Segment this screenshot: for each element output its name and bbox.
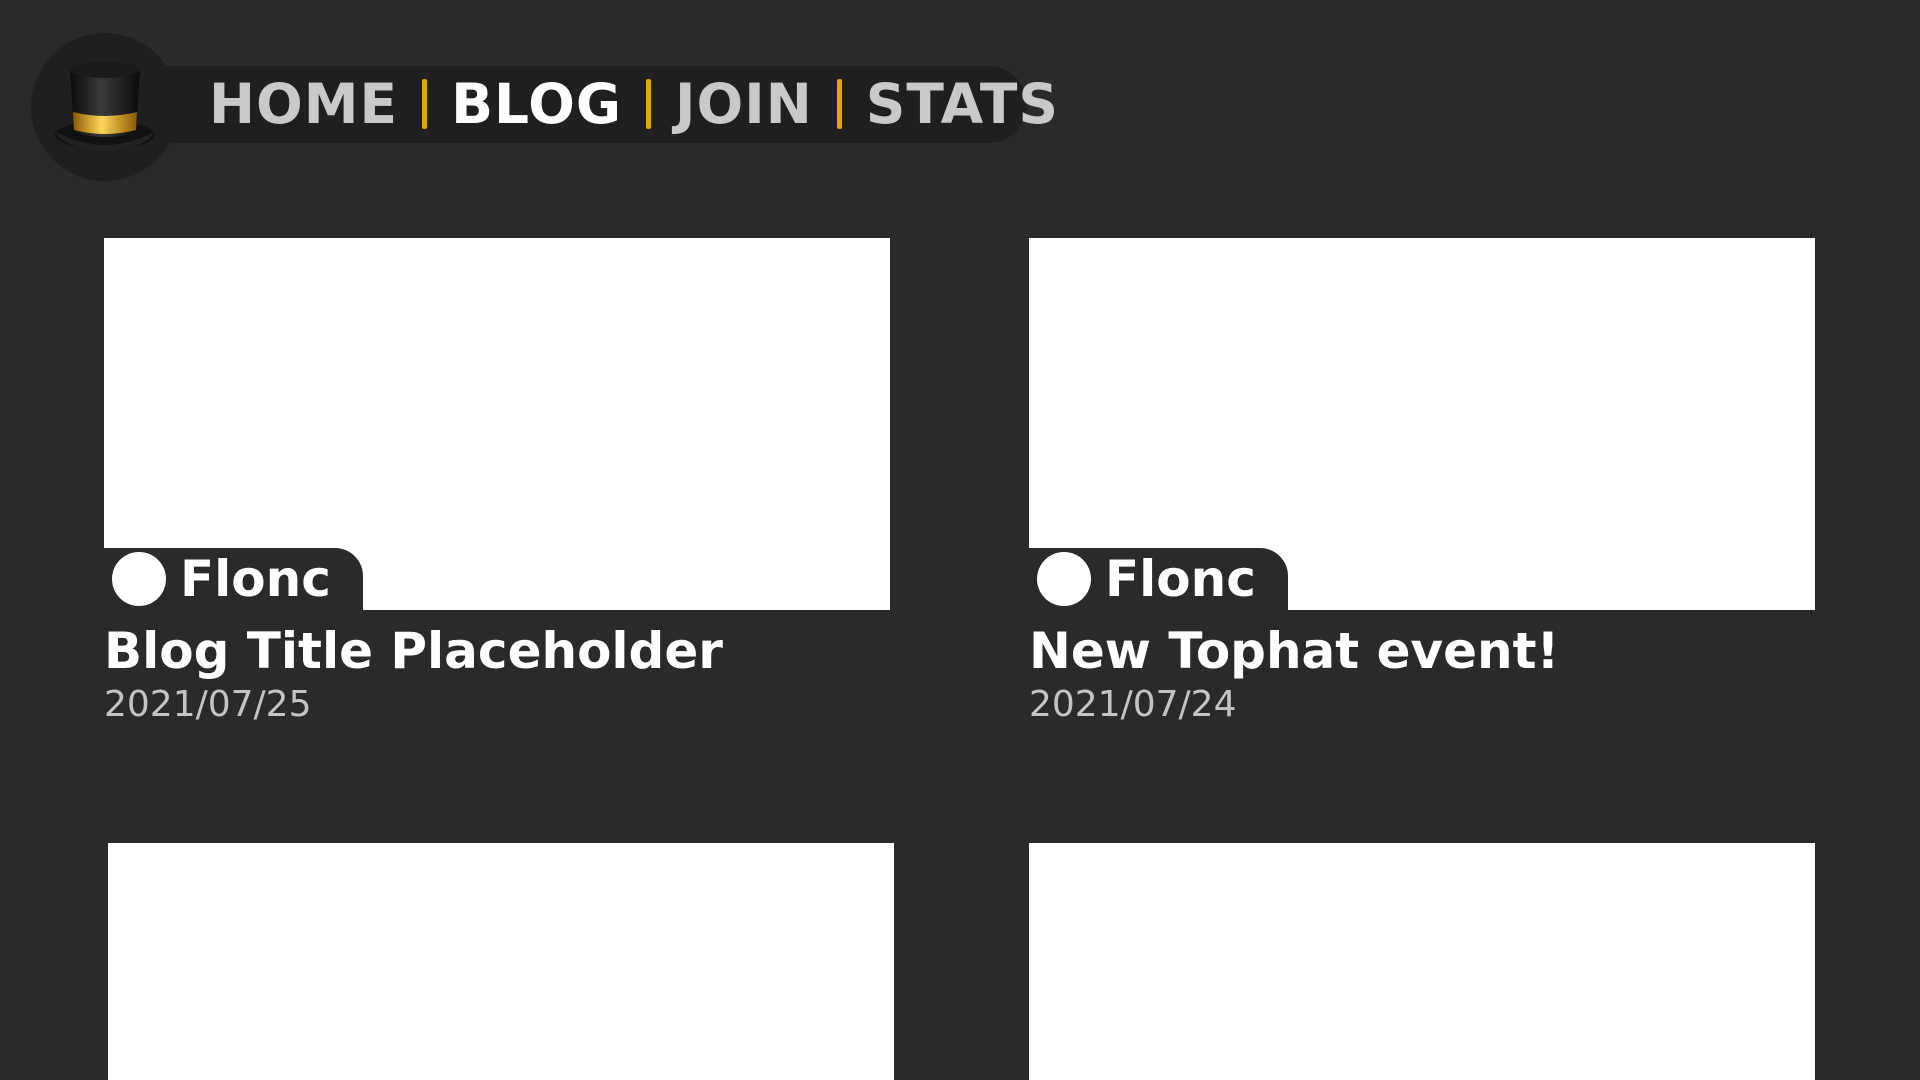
author-name: Flonc (180, 550, 331, 608)
post-date: 2021/07/24 (1029, 684, 1237, 725)
nav-separator (646, 79, 652, 129)
blog-post-card[interactable]: Flonc New Tophat event! 2021/07/24 (1029, 238, 1815, 725)
nav-stats-link[interactable]: STATS (866, 72, 1059, 136)
nav-separator (422, 79, 428, 129)
nav-separator (836, 79, 842, 129)
post-title[interactable]: Blog Title Placeholder (104, 624, 890, 679)
post-thumbnail[interactable]: Flonc (104, 238, 890, 610)
post-date: 2021/07/25 (104, 684, 312, 725)
nav-home-link[interactable]: HOME (209, 72, 398, 136)
author-avatar (1037, 552, 1091, 606)
post-thumbnail[interactable]: Flonc (1029, 238, 1815, 610)
nav-join-link[interactable]: JOIN (675, 72, 813, 136)
author-avatar (112, 552, 166, 606)
nav-blog-link[interactable]: BLOG (451, 72, 622, 136)
author-name: Flonc (1105, 550, 1256, 608)
top-hat-icon[interactable] (50, 50, 160, 160)
nav-links: HOME BLOG JOIN STATS (209, 72, 1059, 136)
author-tag[interactable]: Flonc (104, 548, 363, 610)
post-title[interactable]: New Tophat event! (1029, 624, 1815, 679)
post-thumbnail[interactable] (108, 843, 894, 1080)
page: HOME BLOG JOIN STATS Flonc Blog Title Pl… (0, 0, 1920, 1080)
post-thumbnail[interactable] (1029, 843, 1815, 1080)
author-tag[interactable]: Flonc (1029, 548, 1288, 610)
blog-post-card[interactable] (1029, 843, 1815, 1080)
blog-post-card[interactable]: Flonc Blog Title Placeholder 2021/07/25 (104, 238, 890, 725)
blog-post-card[interactable] (108, 843, 894, 1080)
